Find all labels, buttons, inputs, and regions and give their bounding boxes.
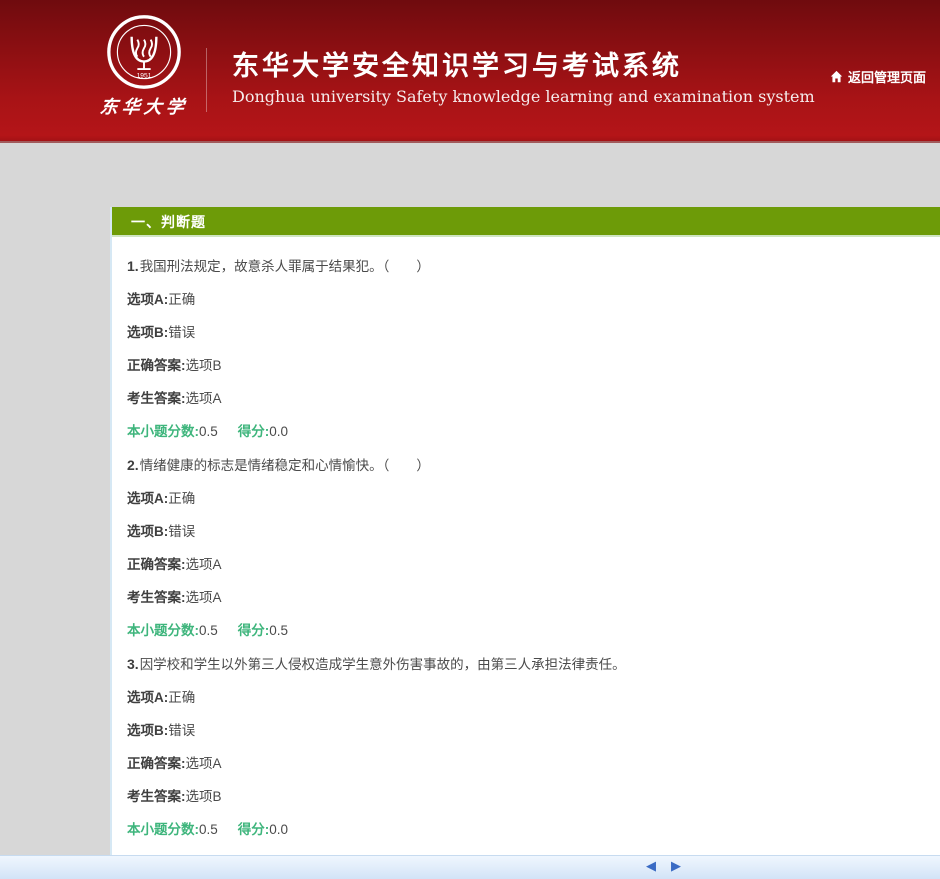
option-b-line: 选项B:错误: [127, 326, 920, 340]
seal-icon: 1951: [106, 14, 182, 90]
correct-answer-line: 正确答案:选项A: [127, 558, 920, 572]
student-answer-value: 选项A: [186, 590, 222, 605]
correct-answer-label: 正确答案:: [127, 557, 186, 572]
score-label: 得分:: [238, 623, 270, 638]
option-a-line: 选项A:正确: [127, 492, 920, 506]
student-answer-line: 考生答案:选项A: [127, 591, 920, 605]
app-title: 东华大学安全知识学习与考试系统: [232, 44, 815, 83]
correct-answer-value: 选项B: [186, 358, 222, 373]
logo-caption: 东华大学: [85, 93, 204, 119]
option-b-line: 选项B:错误: [127, 525, 920, 539]
back-link-label: 返回管理页面: [848, 67, 926, 86]
correct-answer-label: 正确答案:: [127, 358, 186, 373]
correct-answer-value: 选项A: [186, 756, 222, 771]
exam-results-panel: 一、判断题 1.我国刑法规定，故意杀人罪属于结果犯。（ ） 选项A:正确 选项B…: [110, 207, 940, 855]
option-a-value: 正确: [168, 292, 195, 307]
student-answer-label: 考生答案:: [127, 789, 186, 804]
score-value: 0.5: [269, 623, 288, 638]
question-item: 2.情绪健康的标志是情绪稳定和心情愉快。（ ） 选项A:正确 选项B:错误 正确…: [127, 458, 920, 638]
score-value: 0.0: [269, 424, 288, 439]
correct-answer-line: 正确答案:选项A: [127, 757, 920, 771]
pagination-bar: ◀ ▶: [0, 855, 940, 879]
points-label: 本小题分数:: [127, 822, 199, 837]
option-b-line: 选项B:错误: [127, 724, 920, 738]
option-b-value: 错误: [168, 325, 195, 340]
question-item: 1.我国刑法规定，故意杀人罪属于结果犯。（ ） 选项A:正确 选项B:错误 正确…: [127, 259, 920, 439]
seal-year: 1951: [137, 73, 152, 80]
correct-answer-label: 正确答案:: [127, 756, 186, 771]
question-text-line: 1.我国刑法规定，故意杀人罪属于结果犯。（ ）: [127, 259, 920, 274]
score-line: 本小题分数:0.5 得分:0.0: [127, 823, 920, 837]
score-line: 本小题分数:0.5得分:0.5: [127, 624, 920, 638]
student-answer-label: 考生答案:: [127, 590, 186, 605]
score-value: 0.0: [269, 822, 288, 837]
points-value: 0.5: [199, 424, 218, 439]
option-a-value: 正确: [168, 690, 195, 705]
student-answer-value: 选项B: [186, 789, 222, 804]
question-number: 1.: [127, 258, 139, 274]
app-subtitle: Donghua university Safety knowledge lear…: [232, 87, 815, 106]
option-b-value: 错误: [168, 524, 195, 539]
header-divider: [206, 48, 207, 112]
app-header: 1951 东华大学 东华大学安全知识学习与考试系统 Donghua univer…: [0, 0, 940, 143]
next-page-icon[interactable]: ▶: [671, 859, 681, 875]
questions-list: 1.我国刑法规定，故意杀人罪属于结果犯。（ ） 选项A:正确 选项B:错误 正确…: [112, 237, 940, 837]
student-answer-line: 考生答案:选项B: [127, 790, 920, 804]
question-text: 我国刑法规定，故意杀人罪属于结果犯。（ ）: [140, 259, 430, 274]
back-to-admin-link[interactable]: 返回管理页面: [830, 67, 926, 86]
section-title: 一、判断题: [131, 214, 206, 230]
option-b-label: 选项B:: [127, 325, 168, 340]
option-b-label: 选项B:: [127, 723, 168, 738]
points-label: 本小题分数:: [127, 424, 199, 439]
university-seal-logo: 1951 东华大学: [86, 14, 202, 119]
question-text-line: 2.情绪健康的标志是情绪稳定和心情愉快。（ ）: [127, 458, 920, 473]
option-a-value: 正确: [168, 491, 195, 506]
question-text: 因学校和学生以外第三人侵权造成学生意外伤害事故的，由第三人承担法律责任。: [140, 657, 626, 672]
points-value: 0.5: [199, 822, 218, 837]
score-line: 本小题分数:0.5 得分:0.0: [127, 425, 920, 439]
question-text: 情绪健康的标志是情绪稳定和心情愉快。（ ）: [140, 458, 430, 473]
score-label: 得分:: [238, 424, 270, 439]
student-answer-line: 考生答案:选项A: [127, 392, 920, 406]
option-a-line: 选项A:正确: [127, 691, 920, 705]
option-a-label: 选项A:: [127, 491, 168, 506]
option-a-label: 选项A:: [127, 292, 168, 307]
points-value: 0.5: [199, 623, 218, 638]
student-answer-value: 选项A: [186, 391, 222, 406]
home-icon: [830, 70, 843, 83]
correct-answer-line: 正确答案:选项B: [127, 359, 920, 373]
student-answer-label: 考生答案:: [127, 391, 186, 406]
option-b-label: 选项B:: [127, 524, 168, 539]
header-titles: 东华大学安全知识学习与考试系统 Donghua university Safet…: [232, 44, 815, 106]
points-label: 本小题分数:: [127, 623, 199, 638]
question-number: 2.: [127, 457, 139, 473]
question-number: 3.: [127, 656, 139, 672]
prev-page-icon[interactable]: ◀: [646, 859, 656, 875]
option-b-value: 错误: [168, 723, 195, 738]
question-item: 3.因学校和学生以外第三人侵权造成学生意外伤害事故的，由第三人承担法律责任。 选…: [127, 657, 920, 837]
correct-answer-value: 选项A: [186, 557, 222, 572]
score-label: 得分:: [238, 822, 270, 837]
option-a-label: 选项A:: [127, 690, 168, 705]
question-text-line: 3.因学校和学生以外第三人侵权造成学生意外伤害事故的，由第三人承担法律责任。: [127, 657, 920, 672]
option-a-line: 选项A:正确: [127, 293, 920, 307]
section-header: 一、判断题: [112, 207, 940, 237]
